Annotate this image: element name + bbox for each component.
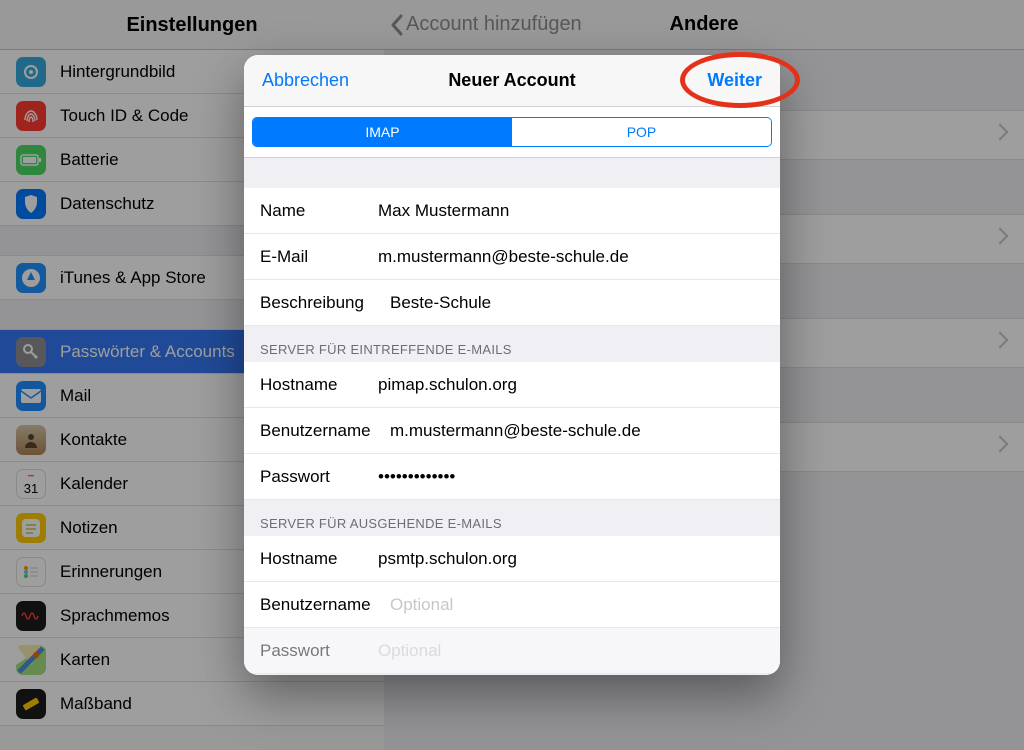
field-email[interactable]: E-Mail m.mustermann@beste-schule.de: [244, 234, 780, 280]
field-value[interactable]: Max Mustermann: [378, 201, 764, 221]
field-label: Hostname: [260, 549, 378, 569]
field-placeholder[interactable]: Optional: [378, 641, 764, 661]
field-placeholder[interactable]: Optional: [390, 595, 764, 615]
field-label: Benutzername: [260, 595, 390, 615]
field-label: Passwort: [260, 641, 378, 661]
field-label: Benutzername: [260, 421, 390, 441]
segment-pop[interactable]: POP: [512, 118, 771, 146]
segment-imap[interactable]: IMAP: [253, 118, 512, 146]
field-label: Hostname: [260, 375, 378, 395]
next-button[interactable]: Weiter: [707, 70, 762, 91]
field-value[interactable]: •••••••••••••: [378, 467, 764, 487]
field-label: Beschreibung: [260, 293, 390, 313]
field-value[interactable]: m.mustermann@beste-schule.de: [378, 247, 764, 267]
field-outgoing-hostname[interactable]: Hostname psmtp.schulon.org: [244, 536, 780, 582]
modal-header: Abbrechen Neuer Account Weiter: [244, 55, 780, 107]
field-value[interactable]: psmtp.schulon.org: [378, 549, 764, 569]
protocol-segment-control: IMAP POP: [244, 107, 780, 158]
cancel-button[interactable]: Abbrechen: [262, 70, 349, 91]
field-name[interactable]: Name Max Mustermann: [244, 188, 780, 234]
field-label: Name: [260, 201, 378, 221]
new-account-modal: Abbrechen Neuer Account Weiter IMAP POP …: [244, 55, 780, 675]
field-value[interactable]: Beste-Schule: [390, 293, 764, 313]
field-incoming-password[interactable]: Passwort •••••••••••••: [244, 454, 780, 500]
incoming-server-header: Server für eintreffende E-Mails: [244, 326, 780, 362]
field-value[interactable]: m.mustermann@beste-schule.de: [390, 421, 764, 441]
field-label: Passwort: [260, 467, 378, 487]
field-label: E-Mail: [260, 247, 378, 267]
field-incoming-username[interactable]: Benutzername m.mustermann@beste-schule.d…: [244, 408, 780, 454]
modal-body: IMAP POP Name Max Mustermann E-Mail m.mu…: [244, 107, 780, 675]
field-value[interactable]: pimap.schulon.org: [378, 375, 764, 395]
field-outgoing-password[interactable]: Passwort Optional: [244, 628, 780, 674]
field-description[interactable]: Beschreibung Beste-Schule: [244, 280, 780, 326]
field-outgoing-username[interactable]: Benutzername Optional: [244, 582, 780, 628]
field-incoming-hostname[interactable]: Hostname pimap.schulon.org: [244, 362, 780, 408]
outgoing-server-header: Server für ausgehende E-Mails: [244, 500, 780, 536]
